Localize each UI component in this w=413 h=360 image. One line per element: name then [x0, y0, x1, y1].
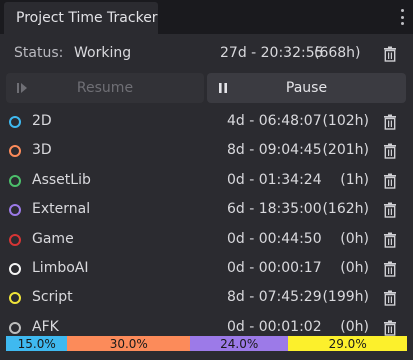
breakdown-segment: 15.0%	[6, 336, 68, 351]
category-time: 4d - 06:48:07	[227, 113, 322, 129]
category-name: Script	[32, 289, 73, 306]
time-tracker-panel: Project Time Tracker Status: Working 27d…	[0, 0, 413, 360]
category-row: Script 8d - 07:45:29 (199h)	[0, 284, 413, 313]
category-time: 8d - 09:04:45	[227, 142, 322, 159]
category-name: Game	[32, 230, 74, 247]
status-label: Status:	[14, 45, 64, 61]
category-time: 0d - 00:01:02	[227, 318, 322, 335]
category-color-dot	[9, 263, 21, 275]
status-row: Status: Working 27d - 20:32:55 (668h)	[0, 42, 413, 66]
status-total-time: 27d - 20:32:55	[220, 45, 324, 61]
breakdown-segment: 24.0%	[190, 336, 289, 351]
category-time: 0d - 00:00:17	[227, 260, 322, 276]
status-total-hours: (668h)	[314, 45, 361, 61]
trash-icon[interactable]	[383, 232, 397, 248]
category-hours: (0h)	[340, 260, 369, 276]
category-row: Game 0d - 00:44:50 (0h)	[0, 226, 413, 255]
category-color-dot	[9, 174, 21, 187]
more-options-icon[interactable]	[397, 7, 407, 27]
category-name: 2D	[32, 113, 52, 129]
trash-icon[interactable]	[383, 46, 397, 62]
breakdown-segment: 30.0%	[67, 336, 191, 351]
trash-icon[interactable]	[383, 202, 397, 218]
category-row: External 6d - 18:35:00 (162h)	[0, 196, 413, 225]
category-name: AFK	[32, 318, 59, 335]
category-hours: (0h)	[340, 230, 369, 247]
category-row: AssetLib 0d - 01:34:24 (1h)	[0, 167, 413, 196]
category-color-dot	[9, 145, 21, 158]
tab-project-time-tracker[interactable]: Project Time Tracker	[4, 2, 158, 34]
category-time: 0d - 01:34:24	[227, 171, 322, 188]
category-hours: (102h)	[322, 113, 369, 129]
category-hours: (0h)	[340, 318, 369, 335]
category-name: LimboAI	[32, 260, 89, 276]
category-hours: (1h)	[340, 171, 369, 188]
category-time: 8d - 07:45:29	[227, 289, 322, 306]
category-color-dot	[9, 116, 21, 128]
category-hours: (199h)	[322, 289, 369, 306]
trash-icon[interactable]	[383, 173, 397, 189]
category-row: LimboAI 0d - 00:00:17 (0h)	[0, 255, 413, 284]
pause-icon	[219, 83, 227, 93]
resume-button[interactable]: Resume	[6, 73, 204, 103]
breakdown-segment: 29.0%	[288, 336, 407, 351]
trash-icon[interactable]	[383, 290, 397, 307]
category-name: External	[32, 201, 91, 218]
category-color-dot	[9, 292, 21, 305]
category-hours: (162h)	[322, 201, 369, 218]
category-color-dot	[9, 321, 21, 334]
category-time: 0d - 00:44:50	[227, 230, 322, 247]
tracker-content: Status: Working 27d - 20:32:55 (668h) Re…	[0, 34, 413, 360]
category-row: 2D 4d - 06:48:07 (102h)	[0, 108, 413, 137]
trash-icon[interactable]	[383, 114, 397, 130]
trash-icon[interactable]	[383, 261, 397, 277]
category-row: 3D 8d - 09:04:45 (201h)	[0, 137, 413, 166]
pause-button[interactable]: Pause	[207, 73, 406, 103]
tab-bar: Project Time Tracker	[0, 0, 413, 34]
pause-label: Pause	[285, 80, 328, 96]
category-name: 3D	[32, 142, 52, 159]
category-color-dot	[9, 204, 21, 217]
category-color-dot	[9, 233, 21, 246]
category-time: 6d - 18:35:00	[227, 201, 322, 218]
category-hours: (201h)	[322, 142, 369, 159]
trash-icon[interactable]	[383, 143, 397, 160]
trash-icon[interactable]	[383, 320, 397, 336]
category-name: AssetLib	[32, 171, 91, 188]
status-value: Working	[74, 45, 132, 61]
resume-icon	[17, 83, 27, 93]
time-breakdown-bar: 15.0% 30.0% 24.0% 29.0%	[6, 336, 407, 351]
resume-label: Resume	[76, 80, 134, 96]
